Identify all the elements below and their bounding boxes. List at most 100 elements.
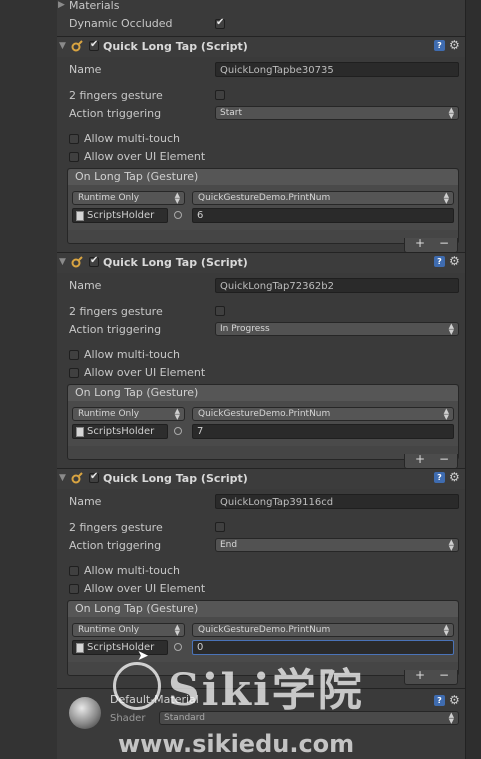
- scrollbar-track[interactable]: [465, 0, 481, 759]
- help-icon[interactable]: ?: [434, 256, 445, 267]
- action-triggering-dropdown[interactable]: End ▲ ▼: [215, 538, 459, 552]
- component-header[interactable]: ▼ Quick Long Tap (Script) ? ⚙: [57, 252, 465, 273]
- two-fingers-label: 2 fingers gesture: [69, 89, 163, 102]
- object-picker-icon[interactable]: [174, 211, 182, 219]
- help-icon[interactable]: ?: [434, 40, 445, 51]
- updown-arrow-icon: ▲ ▼: [443, 407, 449, 421]
- name-field[interactable]: QuickLongTap39116cd: [215, 494, 459, 509]
- argument-field[interactable]: 6: [192, 208, 454, 223]
- allow-over-ui-checkbox[interactable]: [69, 368, 79, 378]
- allow-multitouch-label: Allow multi-touch: [84, 564, 180, 577]
- allow-over-ui-checkbox[interactable]: [69, 152, 79, 162]
- object-field[interactable]: ScriptsHolder: [72, 424, 168, 439]
- gear-icon[interactable]: ⚙: [449, 254, 460, 268]
- action-triggering-dropdown[interactable]: In Progress ▲ ▼: [215, 322, 459, 336]
- action-triggering-label: Action triggering: [69, 107, 162, 120]
- dropdown-value: Start: [220, 108, 242, 118]
- two-fingers-checkbox[interactable]: [215, 522, 225, 532]
- unity-event-box: On Long Tap (Gesture) Runtime Only ▲ ▼ Qu…: [67, 384, 459, 469]
- event-listener: Runtime Only ▲ ▼ QuickGestureDemo.PrintNu…: [68, 401, 458, 446]
- script-icon: [71, 256, 83, 268]
- foldout-arrow-icon[interactable]: ▼: [59, 257, 66, 267]
- remove-listener-button[interactable]: −: [439, 452, 449, 466]
- allow-multitouch-label: Allow multi-touch: [84, 348, 180, 361]
- inspector-panel: ▶ Materials Dynamic Occluded ▼ Quick Lon…: [57, 0, 465, 759]
- shader-dropdown[interactable]: Standard ▲ ▼: [159, 711, 459, 725]
- script-file-icon: [76, 211, 84, 221]
- foldout-arrow-icon[interactable]: ▼: [59, 41, 66, 51]
- name-label: Name: [69, 279, 102, 292]
- updown-arrow-icon: ▲ ▼: [448, 106, 454, 120]
- dynamic-occluded-checkbox[interactable]: [215, 17, 225, 29]
- script-icon: [71, 472, 83, 484]
- method-dropdown[interactable]: QuickGestureDemo.PrintNum ▲ ▼: [192, 623, 454, 637]
- add-remove-buttons: + −: [404, 236, 458, 253]
- name-field[interactable]: QuickLongTap72362b2: [215, 278, 459, 293]
- updown-arrow-icon: ▲ ▼: [448, 711, 454, 725]
- two-fingers-checkbox[interactable]: [215, 306, 225, 316]
- foldout-arrow-icon[interactable]: ▶: [58, 0, 65, 10]
- material-name: Default-Material: [110, 693, 199, 706]
- dropdown-value: Runtime Only: [78, 625, 140, 635]
- unity-event-box: On Long Tap (Gesture) Runtime Only ▲ ▼ Qu…: [67, 600, 459, 685]
- add-remove-buttons: + −: [404, 452, 458, 469]
- remove-listener-button[interactable]: −: [439, 236, 449, 250]
- object-picker-icon[interactable]: [174, 643, 182, 651]
- gear-icon[interactable]: ⚙: [449, 470, 460, 484]
- component-enabled-checkbox[interactable]: [89, 255, 99, 267]
- runtime-dropdown[interactable]: Runtime Only ▲ ▼: [72, 407, 185, 421]
- gear-icon[interactable]: ⚙: [449, 38, 460, 52]
- action-triggering-dropdown[interactable]: Start ▲ ▼: [215, 106, 459, 120]
- allow-multitouch-checkbox[interactable]: [69, 566, 79, 576]
- method-dropdown[interactable]: QuickGestureDemo.PrintNum ▲ ▼: [192, 407, 454, 421]
- updown-arrow-icon: ▲ ▼: [443, 623, 449, 637]
- dropdown-value: In Progress: [220, 324, 270, 334]
- materials-row[interactable]: ▶ Materials: [57, 0, 465, 14]
- script-icon: [71, 40, 83, 52]
- name-field[interactable]: QuickLongTapbe30735: [215, 62, 459, 77]
- add-listener-button[interactable]: +: [415, 668, 425, 682]
- object-name: ScriptsHolder: [87, 426, 155, 437]
- object-picker-icon[interactable]: [174, 427, 182, 435]
- component-header[interactable]: ▼ Quick Long Tap (Script) ? ⚙: [57, 468, 465, 489]
- add-listener-button[interactable]: +: [415, 236, 425, 250]
- two-fingers-label: 2 fingers gesture: [69, 305, 163, 318]
- component-title: Quick Long Tap (Script): [103, 472, 248, 485]
- materials-label: Materials: [69, 0, 120, 12]
- event-title: On Long Tap (Gesture): [75, 386, 199, 399]
- method-dropdown[interactable]: QuickGestureDemo.PrintNum ▲ ▼: [192, 191, 454, 205]
- component-header[interactable]: ▼ Quick Long Tap (Script) ? ⚙: [57, 36, 465, 57]
- two-fingers-checkbox[interactable]: [215, 90, 225, 100]
- object-field[interactable]: ScriptsHolder: [72, 640, 168, 655]
- event-listener: Runtime Only ▲ ▼ QuickGestureDemo.PrintNu…: [68, 185, 458, 230]
- argument-field[interactable]: 0: [192, 640, 454, 655]
- action-triggering-label: Action triggering: [69, 323, 162, 336]
- add-listener-button[interactable]: +: [415, 452, 425, 466]
- runtime-dropdown[interactable]: Runtime Only ▲ ▼: [72, 623, 185, 637]
- remove-listener-button[interactable]: −: [439, 668, 449, 682]
- updown-arrow-icon: ▲ ▼: [174, 407, 180, 421]
- allow-multitouch-label: Allow multi-touch: [84, 132, 180, 145]
- component-enabled-checkbox[interactable]: [89, 471, 99, 483]
- dropdown-value: Runtime Only: [78, 193, 140, 203]
- foldout-arrow-icon[interactable]: ▼: [59, 473, 66, 483]
- event-header: On Long Tap (Gesture): [68, 169, 458, 186]
- updown-arrow-icon: ▲ ▼: [448, 538, 454, 552]
- dropdown-value: QuickGestureDemo.PrintNum: [198, 409, 331, 419]
- event-header: On Long Tap (Gesture): [68, 385, 458, 402]
- allow-over-ui-checkbox[interactable]: [69, 584, 79, 594]
- dropdown-value: Standard: [164, 713, 205, 723]
- allow-multitouch-checkbox[interactable]: [69, 350, 79, 360]
- dynamic-occluded-label: Dynamic Occluded: [69, 17, 173, 30]
- component-enabled-checkbox[interactable]: [89, 39, 99, 51]
- runtime-dropdown[interactable]: Runtime Only ▲ ▼: [72, 191, 185, 205]
- script-file-icon: [76, 427, 84, 437]
- object-field[interactable]: ScriptsHolder: [72, 208, 168, 223]
- allow-over-ui-label: Allow over UI Element: [84, 366, 206, 379]
- help-icon[interactable]: ?: [434, 695, 445, 706]
- help-icon[interactable]: ?: [434, 472, 445, 483]
- argument-field[interactable]: 7: [192, 424, 454, 439]
- gear-icon[interactable]: ⚙: [449, 693, 460, 707]
- material-preview-sphere: [69, 697, 101, 729]
- allow-multitouch-checkbox[interactable]: [69, 134, 79, 144]
